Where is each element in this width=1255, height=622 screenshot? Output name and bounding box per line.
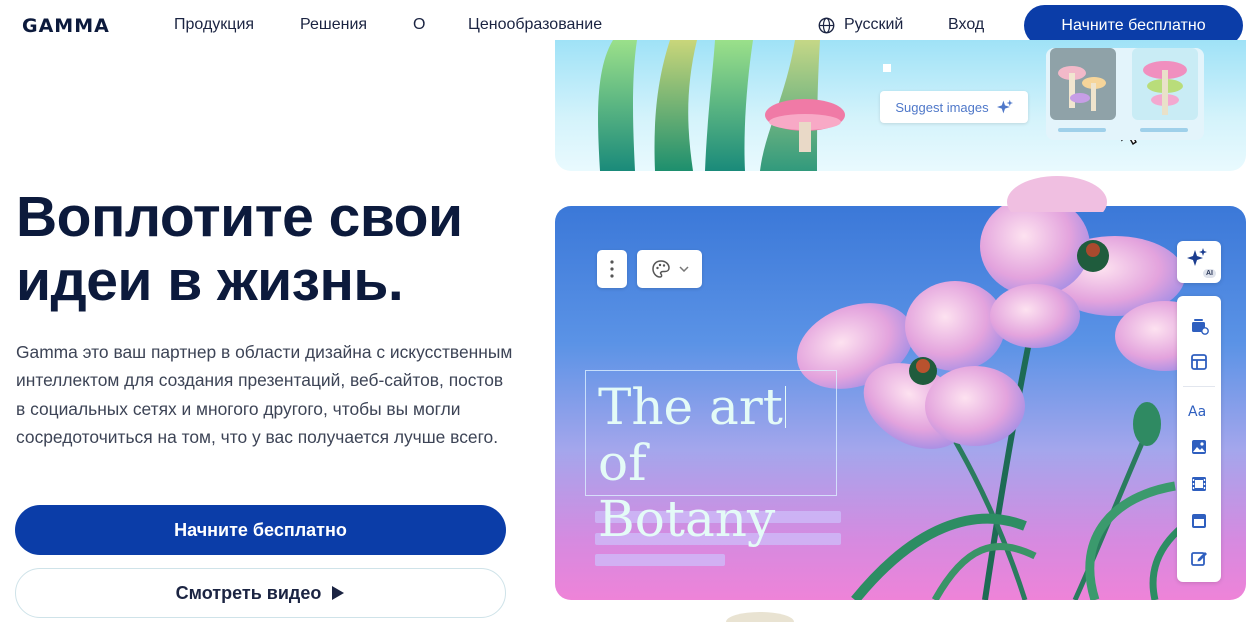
placeholder-text-line (595, 554, 725, 566)
vertical-dots-icon (610, 260, 614, 278)
hero-title-line2: идеи в жизнь. (16, 249, 404, 313)
image-thumbnail[interactable] (1132, 48, 1198, 120)
nav-products[interactable]: Продукция (174, 16, 254, 34)
language-selector[interactable]: Русский (818, 16, 903, 34)
video-icon[interactable] (1189, 474, 1209, 494)
watch-video-button[interactable]: Смотреть видео (15, 568, 506, 618)
thumbnail-caption-line (1058, 128, 1106, 132)
image-icon[interactable] (1189, 437, 1209, 457)
nav-pricing[interactable]: Ценообразование (468, 16, 602, 34)
ai-assist-button[interactable]: AI (1177, 241, 1221, 283)
sparkle-icon (996, 99, 1013, 114)
image-suggestions-panel (1046, 48, 1204, 140)
botany-card: The art of Botany AI Aa (555, 176, 1246, 600)
next-card-peek (726, 612, 794, 622)
palette-icon (651, 260, 670, 278)
insert-toolbar: Aa (1177, 296, 1221, 582)
globe-icon (818, 17, 835, 33)
hero-title: Воплотите свои идеи в жизнь. (16, 185, 536, 313)
cards-add-icon[interactable] (1189, 316, 1209, 336)
card-title-line1: The art (598, 379, 836, 435)
layout-icon[interactable] (1189, 352, 1209, 372)
flower-petal-overflow (1007, 176, 1107, 212)
image-thumbnail[interactable] (1050, 48, 1116, 120)
showcase-image-card: Suggest images (555, 40, 1246, 171)
svg-text:Aa: Aa (1188, 404, 1206, 420)
embed-icon[interactable] (1189, 511, 1209, 531)
watch-video-label: Смотреть видео (175, 582, 322, 603)
edit-icon[interactable] (1189, 548, 1209, 568)
chevron-down-icon (678, 266, 689, 272)
play-icon (332, 586, 345, 600)
nav-solutions[interactable]: Решения (300, 16, 367, 34)
card-title-line2: of Botany (598, 434, 776, 548)
toolbar-separator (1183, 386, 1215, 387)
thumbnail-caption-line (1140, 128, 1188, 132)
text-icon[interactable]: Aa (1187, 400, 1211, 420)
suggest-images-button[interactable]: Suggest images (880, 91, 1028, 123)
hero-title-line1: Воплотите свои (16, 185, 463, 249)
ai-sparkle-icon (1187, 248, 1207, 266)
start-free-button[interactable]: Начните бесплатно (15, 505, 506, 555)
card-title-textbox[interactable]: The art of Botany (585, 370, 837, 547)
theme-palette-button[interactable] (637, 250, 702, 288)
nav-about[interactable]: О (413, 16, 425, 34)
text-caret (784, 386, 786, 428)
gamma-logo[interactable]: GAMMA (22, 15, 110, 37)
hero-description: Gamma это ваш партнер в области дизайна … (16, 342, 513, 447)
language-label: Русский (844, 16, 904, 33)
suggest-images-label: Suggest images (895, 99, 989, 115)
login-link[interactable]: Вход (948, 16, 984, 34)
ai-badge: AI (1203, 269, 1216, 278)
card-menu-button[interactable] (597, 250, 627, 288)
